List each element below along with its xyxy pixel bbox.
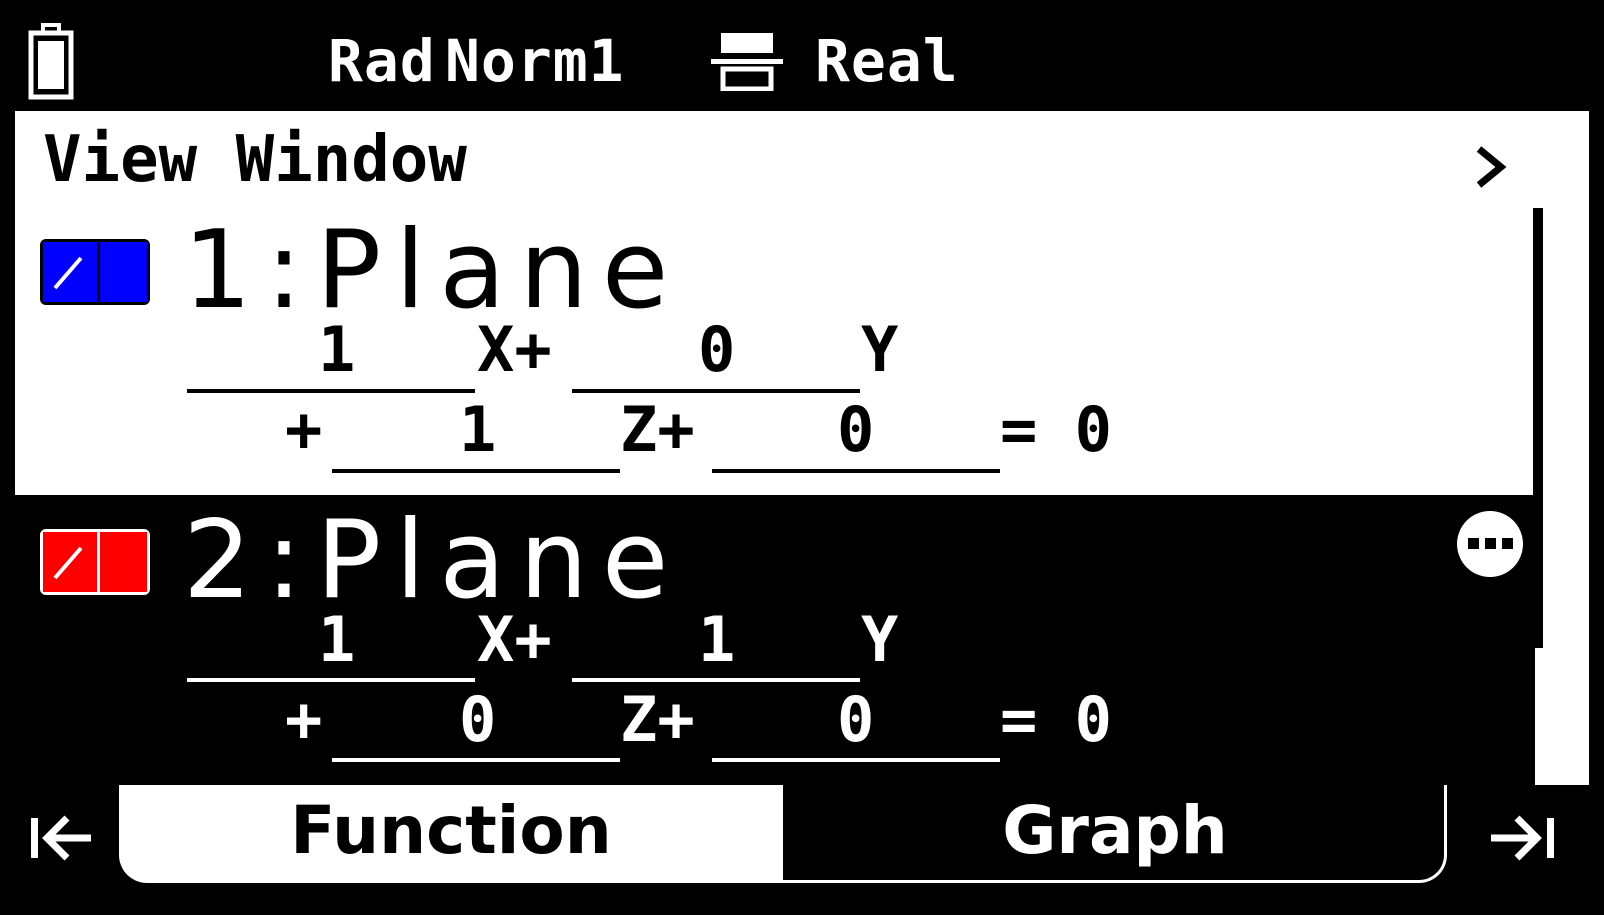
coef-y[interactable]: 0 [698, 317, 735, 383]
coef-x-field-line [187, 678, 475, 682]
coef-const-field-line [712, 758, 1000, 762]
coef-x[interactable]: 1 [318, 607, 355, 673]
coef-y[interactable]: 1 [698, 607, 735, 673]
equals-zero: = 0 [1000, 393, 1112, 466]
coef-x-field-line [187, 389, 475, 393]
battery-icon [28, 23, 74, 100]
tab-function[interactable]: Function [119, 785, 783, 883]
jump-to-first-icon [31, 815, 91, 861]
view-window-label: View Window [43, 123, 467, 197]
view-window-menu[interactable]: View Window [15, 111, 1589, 201]
coef-z-field-line [332, 758, 620, 762]
swatch-fill-color [100, 242, 147, 302]
vertical-scrollbar[interactable] [1533, 208, 1543, 648]
more-options-icon[interactable] [1455, 509, 1525, 579]
coef-const-field-line [712, 469, 1000, 473]
jump-to-last-icon [1491, 815, 1554, 861]
var-y-label: Y [861, 313, 899, 386]
coef-z-field-line [332, 469, 620, 473]
swatch-fill-color [100, 532, 147, 592]
function-entry-2[interactable]: 2:Plane 1 X+ 1 Y + 0 Z+ 0 = 0 [15, 495, 1535, 785]
coef-x[interactable]: 1 [318, 317, 355, 383]
entry-title: 1:Plane [183, 208, 683, 333]
color-swatch-red[interactable] [40, 529, 150, 595]
coef-y-field-line [572, 389, 860, 393]
coef-y-field-line [572, 678, 860, 682]
coef-const[interactable]: 0 [837, 397, 874, 463]
line-style-icon [53, 256, 83, 290]
display-mode-indicator: Norm1 [445, 27, 625, 95]
var-z-label: Z+ [620, 393, 695, 466]
coef-z[interactable]: 1 [459, 397, 496, 463]
calculator-screen: Rad Norm1 Real View Window 1:Plane 1 X+ … [0, 0, 1604, 915]
swatch-line-style [43, 532, 100, 592]
coef-const[interactable]: 0 [837, 687, 874, 753]
status-bar: Rad Norm1 Real [15, 15, 1589, 111]
color-swatch-blue[interactable] [40, 239, 150, 305]
line-style-icon [53, 546, 83, 580]
tab-graph[interactable]: Graph [783, 785, 1447, 883]
swatch-line-style [43, 242, 100, 302]
soft-key-bar: Function Graph [15, 785, 1589, 900]
var-x-label: X+ [477, 313, 552, 386]
tab-graph-label: Graph [1002, 792, 1228, 869]
angle-mode-indicator: Rad [328, 27, 436, 95]
function-entry-1[interactable]: 1:Plane 1 X+ 0 Y + 1 Z+ 0 = 0 [15, 205, 1535, 495]
chevron-right-icon [1476, 146, 1507, 188]
jump-to-first-button[interactable] [15, 790, 119, 884]
var-z-label: Z+ [620, 683, 695, 756]
entry-title: 2:Plane [183, 498, 683, 623]
jump-to-last-button[interactable] [1455, 790, 1589, 884]
var-x-label: X+ [477, 603, 552, 676]
plus-label: + [285, 393, 323, 466]
complex-mode-indicator: Real [815, 27, 959, 95]
var-y-label: Y [861, 603, 899, 676]
tab-function-label: Function [290, 792, 612, 869]
coef-z[interactable]: 0 [459, 687, 496, 753]
equals-zero: = 0 [1000, 683, 1112, 756]
plus-label: + [285, 683, 323, 756]
fraction-format-icon [711, 33, 783, 91]
